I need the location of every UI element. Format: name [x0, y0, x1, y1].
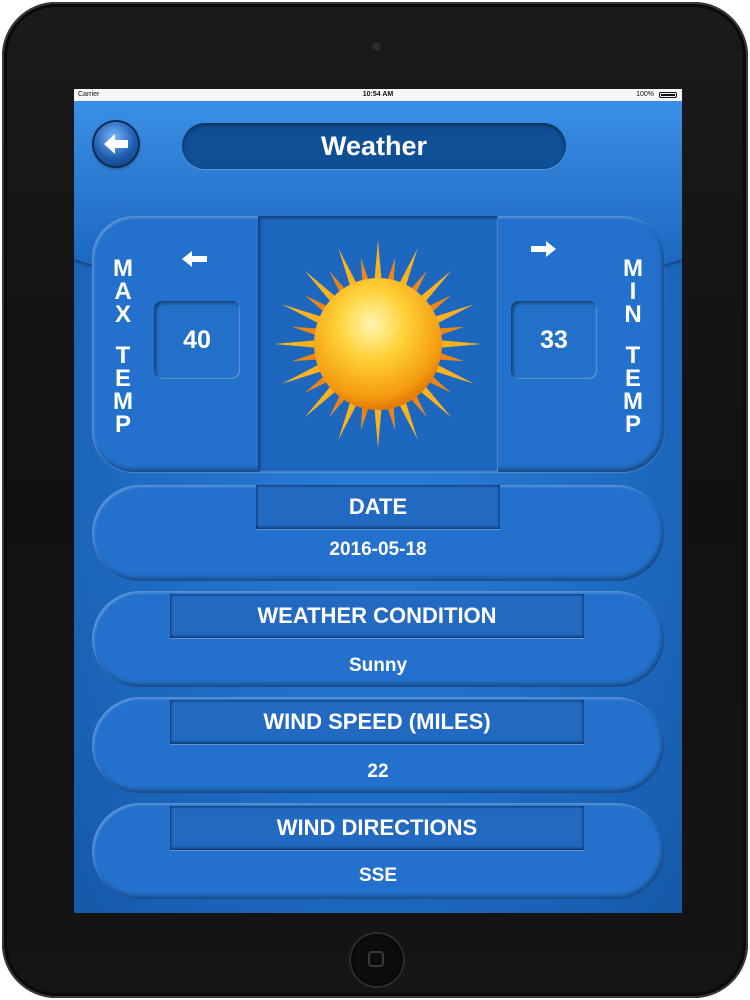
wind-direction-card: WIND DIRECTIONS SSE [92, 803, 664, 899]
battery-percent: 100% [636, 91, 654, 98]
date-card: DATE 2016-05-18 [92, 485, 664, 581]
home-button[interactable] [351, 934, 403, 986]
sun-icon [274, 240, 482, 448]
right-arrow-icon[interactable] [529, 239, 557, 259]
min-temp-value: 33 [511, 301, 597, 379]
wind-direction-label: WIND DIRECTIONS [170, 806, 584, 850]
min-temp-label: MIN TEMP [623, 255, 643, 438]
back-arrow-icon [104, 134, 128, 154]
wind-speed-label: WIND SPEED (MILES) [170, 700, 584, 744]
max-temp-label: MAX TEMP [113, 255, 133, 438]
tablet-frame: Carrier 10:54 AM 100% Weather M A X T E … [2, 2, 748, 998]
app-screen: Carrier 10:54 AM 100% Weather M A X T E … [74, 89, 682, 913]
front-camera [371, 41, 382, 52]
weather-condition-card: WEATHER CONDITION Sunny [92, 591, 664, 687]
clock: 10:54 AM [362, 91, 394, 98]
battery-icon [659, 92, 677, 98]
condition-image-box [258, 216, 498, 472]
weather-condition-value: Sunny [348, 655, 408, 676]
date-label: DATE [256, 485, 500, 529]
weather-condition-label: WEATHER CONDITION [170, 594, 584, 638]
wind-speed-card: WIND SPEED (MILES) 22 [92, 697, 664, 793]
date-value: 2016-05-18 [329, 539, 427, 560]
max-temp-value: 40 [154, 301, 240, 379]
left-arrow-icon[interactable] [181, 249, 209, 269]
sun-ray [435, 339, 482, 349]
wind-direction-value: SSE [358, 865, 398, 886]
back-button[interactable] [94, 122, 138, 166]
page-title: Weather [182, 123, 566, 169]
status-bar: Carrier 10:54 AM 100% [74, 89, 682, 101]
wind-speed-value: 22 [367, 761, 389, 782]
sun-ray [274, 339, 321, 349]
